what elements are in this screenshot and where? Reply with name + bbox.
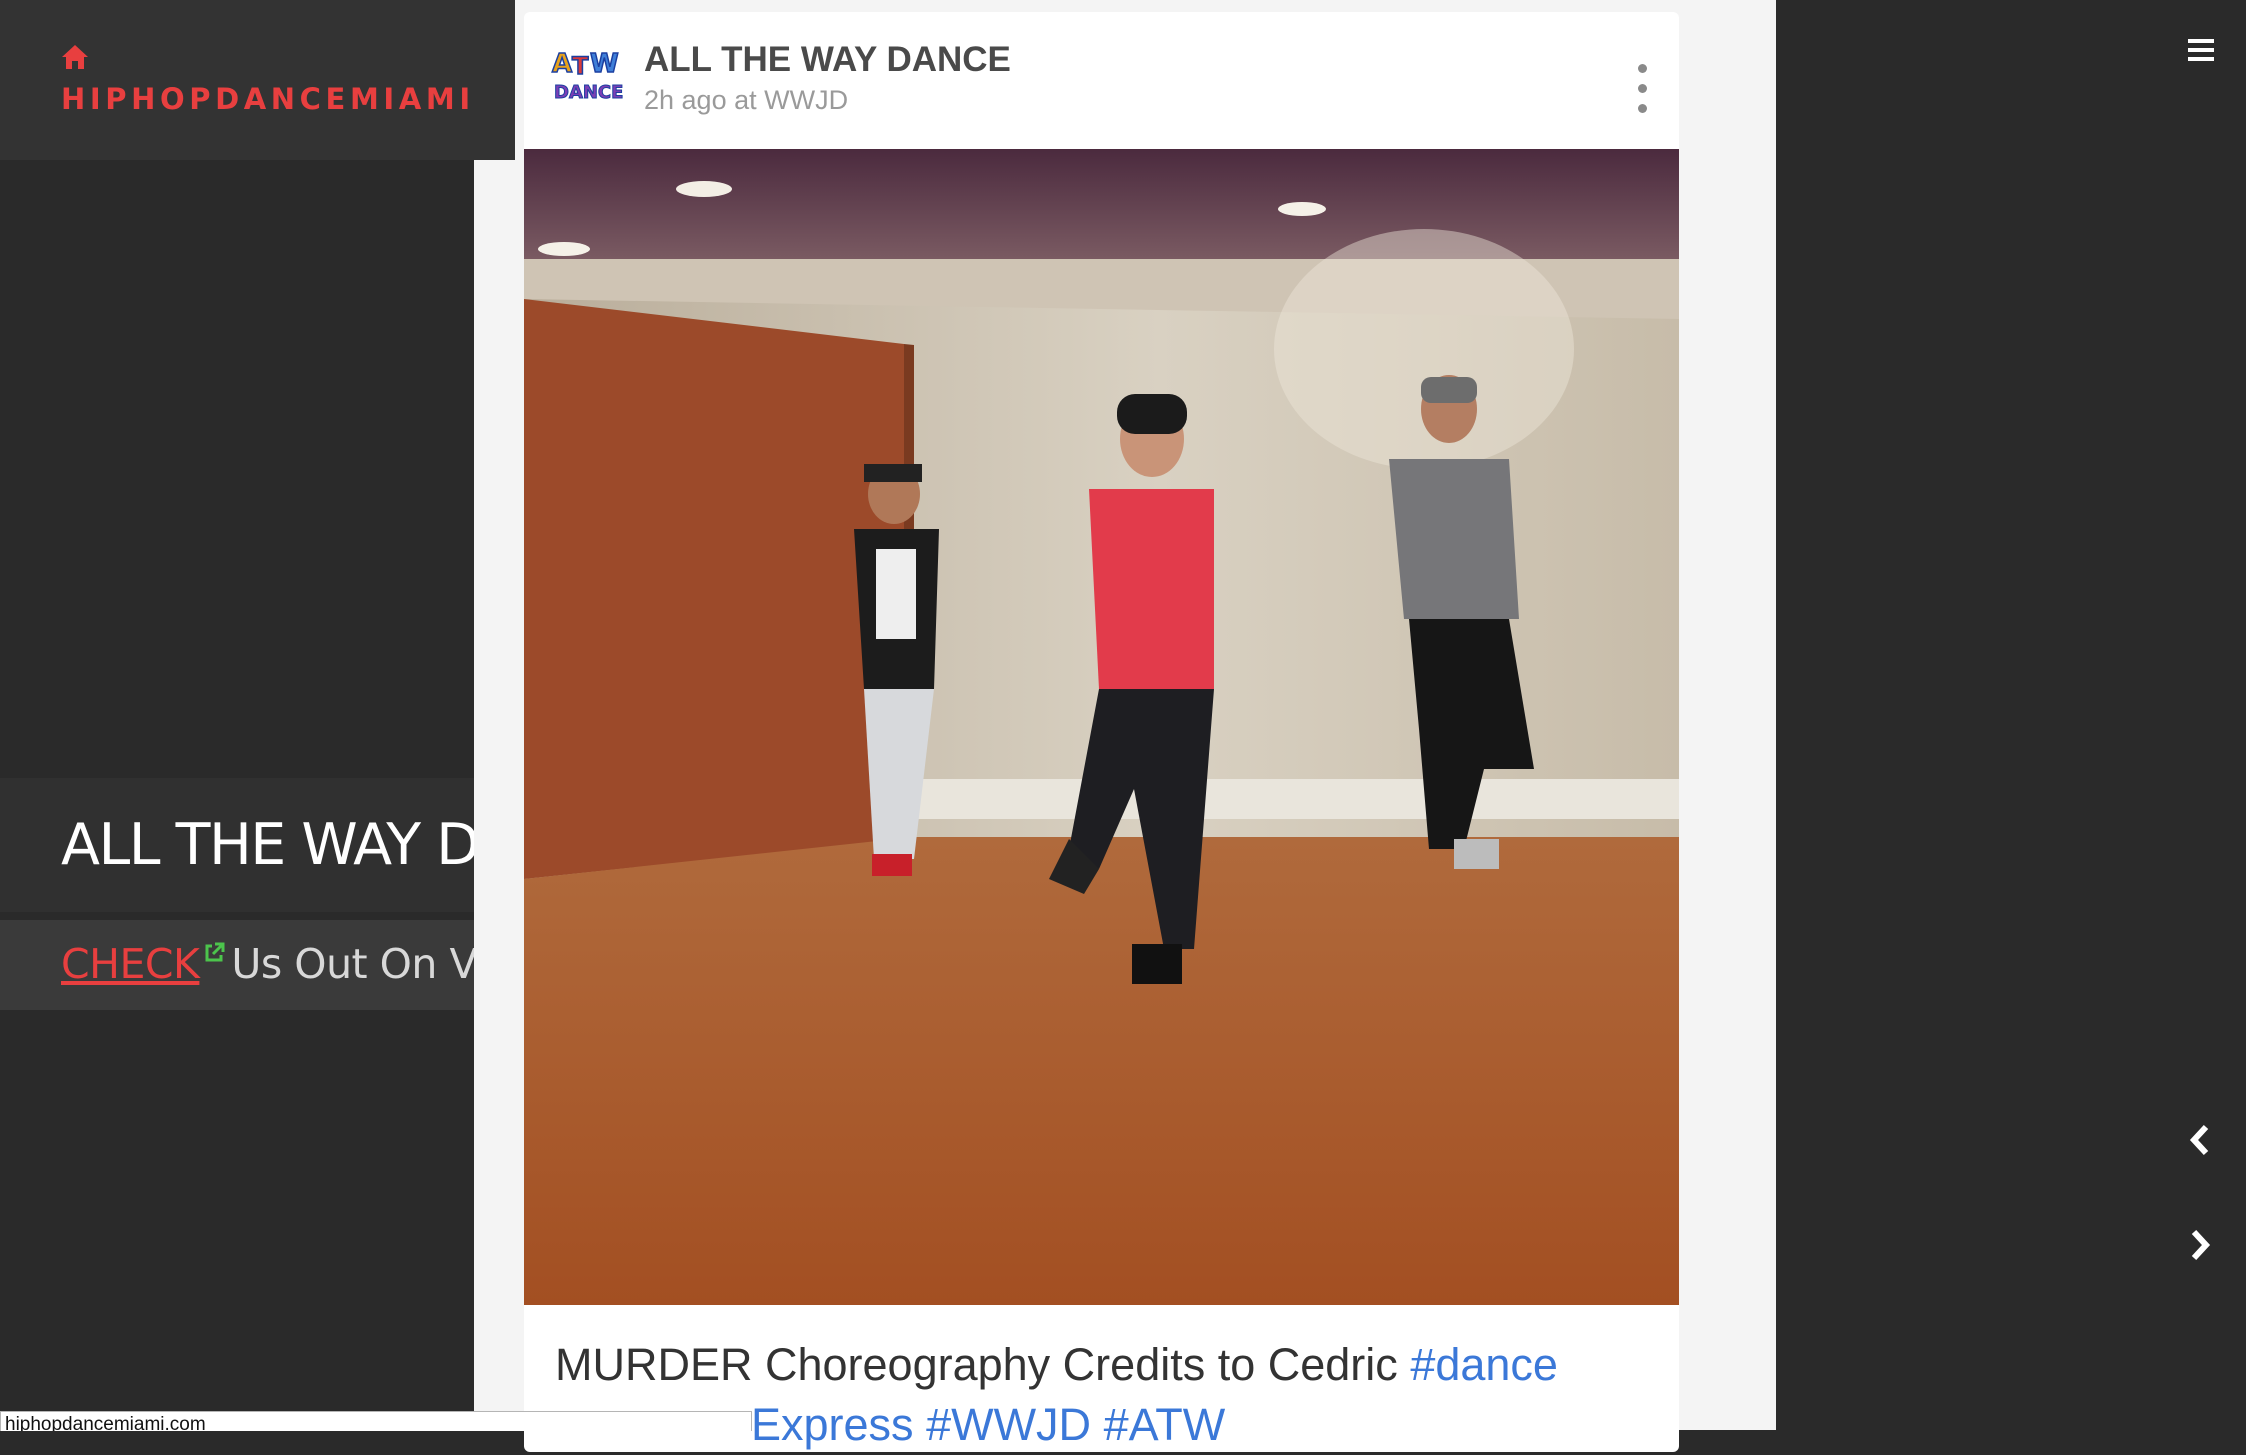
post-video[interactable] — [524, 149, 1679, 1305]
svg-text:T: T — [572, 52, 589, 80]
home-icon[interactable] — [61, 44, 89, 70]
hashtag-dance[interactable]: #dance — [1410, 1339, 1558, 1390]
atw-dance-logo[interactable]: A T W DANCE — [546, 44, 628, 104]
right-panel — [1776, 0, 2246, 1430]
svg-text:W: W — [590, 49, 619, 79]
hashtag-wwjd[interactable]: #WWJD — [926, 1399, 1091, 1450]
post-caption: MURDER Choreography Credits to Cedric #d… — [555, 1335, 1558, 1455]
chevron-left-icon[interactable] — [2187, 1124, 2213, 1156]
hashtag-atw[interactable]: #ATW — [1104, 1399, 1226, 1450]
external-link-icon — [205, 942, 225, 962]
chevron-right-icon[interactable] — [2187, 1229, 2213, 1261]
svg-text:A: A — [552, 49, 572, 79]
site-name[interactable]: HIPHOPDANCEMIAMI — [61, 82, 475, 116]
post-meta: 2h ago at WWJD — [644, 85, 849, 115]
vertical-dots-icon[interactable] — [1630, 62, 1654, 118]
status-bar-url: hiphopdancemiami.com — [0, 1411, 752, 1431]
left-sidebar — [0, 0, 474, 1430]
post-author[interactable]: ALL THE WAY DANCE — [644, 40, 1011, 80]
logo-bar[interactable]: HIPHOPDANCEMIAMI — [0, 0, 515, 160]
caption-text: MURDER Choreography Credits to Cedric — [555, 1339, 1398, 1390]
hamburger-menu-icon[interactable] — [2188, 38, 2214, 62]
vine-link[interactable]: CHECK — [61, 940, 200, 988]
svg-text:DANCE: DANCE — [554, 82, 623, 103]
caption-line2-text[interactable]: Express — [751, 1399, 914, 1450]
